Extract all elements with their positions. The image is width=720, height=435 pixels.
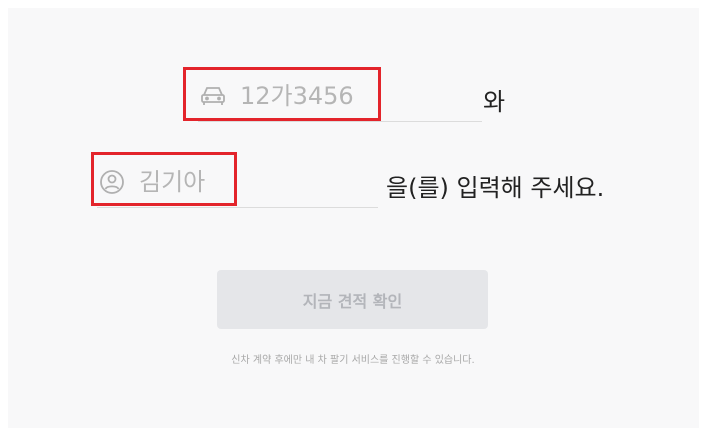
check-quote-button[interactable]: 지금 견적 확인 [217, 270, 488, 329]
user-circle-icon [97, 169, 127, 195]
car-icon [198, 85, 228, 107]
service-notice: 신차 계약 후에만 내 차 팔기 서비스를 진행할 수 있습니다. [231, 355, 475, 366]
plate-number-input[interactable] [240, 81, 460, 110]
plate-number-suffix: 와 [483, 88, 506, 116]
owner-name-suffix: 을(를) 입력해 주세요. [386, 174, 605, 202]
plate-number-field[interactable] [198, 70, 482, 122]
owner-name-input[interactable] [139, 167, 359, 196]
owner-name-field[interactable] [97, 156, 378, 208]
